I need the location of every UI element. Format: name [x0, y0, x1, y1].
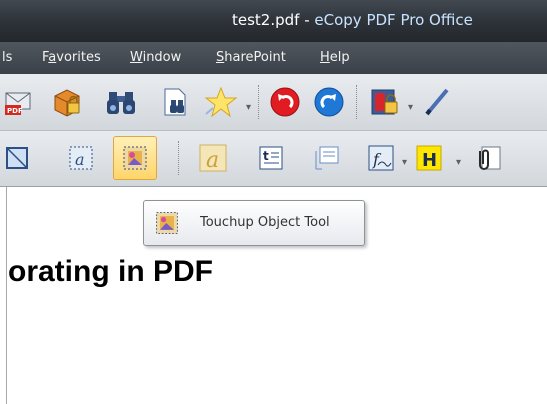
toolbar-row-2: a a t f ▾ H ▾ — [0, 131, 547, 187]
select-text-icon: a — [69, 146, 93, 170]
security-icon — [371, 89, 398, 115]
toolbar-separator — [178, 141, 179, 175]
menu-sharepoint[interactable]: SharePoint — [216, 50, 286, 65]
menu-window[interactable]: Window — [130, 50, 181, 65]
touchup-object-button[interactable] — [113, 136, 157, 180]
pen-icon — [425, 88, 449, 116]
email-pdf-icon: PDF — [5, 92, 31, 115]
star-icon — [204, 86, 238, 118]
lock-package-icon — [54, 89, 80, 117]
svg-text:a: a — [206, 148, 219, 173]
page-edge — [6, 187, 7, 404]
svg-text:t: t — [263, 149, 269, 163]
email-pdf-button[interactable]: PDF — [2, 85, 36, 119]
redo-button[interactable] — [312, 85, 346, 119]
find-button[interactable] — [104, 85, 138, 119]
signature-dropdown-icon[interactable]: ▾ — [402, 157, 407, 168]
crop-icon — [6, 147, 28, 169]
svg-text:a: a — [75, 150, 85, 169]
typewriter-button[interactable]: a — [196, 141, 230, 175]
text-box-button[interactable]: t — [254, 141, 288, 175]
document-heading: orating in PDF — [8, 255, 213, 288]
highlight-dropdown-icon[interactable]: ▾ — [456, 157, 461, 168]
security-dropdown-icon[interactable]: ▾ — [408, 102, 413, 113]
title-bar: test2.pdf - eCopy PDF Pro Office — [0, 0, 547, 42]
highlight-icon: H — [416, 145, 442, 171]
redo-icon — [314, 87, 344, 117]
window-title-separator: - — [299, 11, 315, 29]
search-document-button[interactable] — [158, 85, 192, 119]
binoculars-icon — [107, 92, 135, 114]
crop-tool-button[interactable] — [0, 141, 34, 175]
window-title: test2.pdf - eCopy PDF Pro Office — [232, 11, 473, 29]
tooltip-label: Touchup Object Tool — [200, 215, 330, 230]
signature-icon: f — [368, 145, 394, 171]
tooltip: Touchup Object Tool — [143, 200, 365, 246]
attach-icon — [479, 146, 501, 170]
sign-button[interactable] — [420, 85, 454, 119]
toolbar-row-1: PDF ▾ ▾ — [0, 74, 547, 131]
svg-text:PDF: PDF — [7, 107, 23, 115]
window-title-file: test2.pdf — [232, 11, 300, 29]
toolbar-separator — [258, 85, 259, 119]
security-button[interactable] — [368, 85, 402, 119]
svg-text:H: H — [422, 150, 437, 171]
toolbar-separator — [356, 85, 357, 119]
undo-icon — [270, 87, 300, 117]
menu-bar: ls Favorites Window SharePoint Help — [0, 42, 547, 74]
highlight-button[interactable]: H — [412, 141, 446, 175]
secure-package-button[interactable] — [50, 85, 84, 119]
touchup-object-icon — [123, 146, 147, 170]
signature-button[interactable]: f — [364, 141, 398, 175]
text-box-icon: t — [259, 146, 283, 170]
menu-help[interactable]: Help — [320, 50, 350, 65]
select-text-button[interactable]: a — [64, 141, 98, 175]
menu-favorites[interactable]: Favorites — [42, 50, 101, 65]
window-title-app: eCopy PDF Pro Office — [314, 11, 473, 29]
menu-tools[interactable]: ls — [2, 50, 12, 65]
favorites-dropdown-icon[interactable]: ▾ — [246, 102, 251, 113]
note-button[interactable] — [310, 141, 344, 175]
attach-button[interactable] — [470, 141, 504, 175]
tooltip-icon-wrap — [154, 210, 180, 240]
undo-button[interactable] — [268, 85, 302, 119]
touchup-object-icon — [156, 212, 178, 234]
favorites-button[interactable] — [204, 85, 238, 119]
typewriter-icon: a — [199, 144, 227, 173]
document-search-icon — [164, 88, 186, 116]
note-icon — [315, 146, 339, 170]
